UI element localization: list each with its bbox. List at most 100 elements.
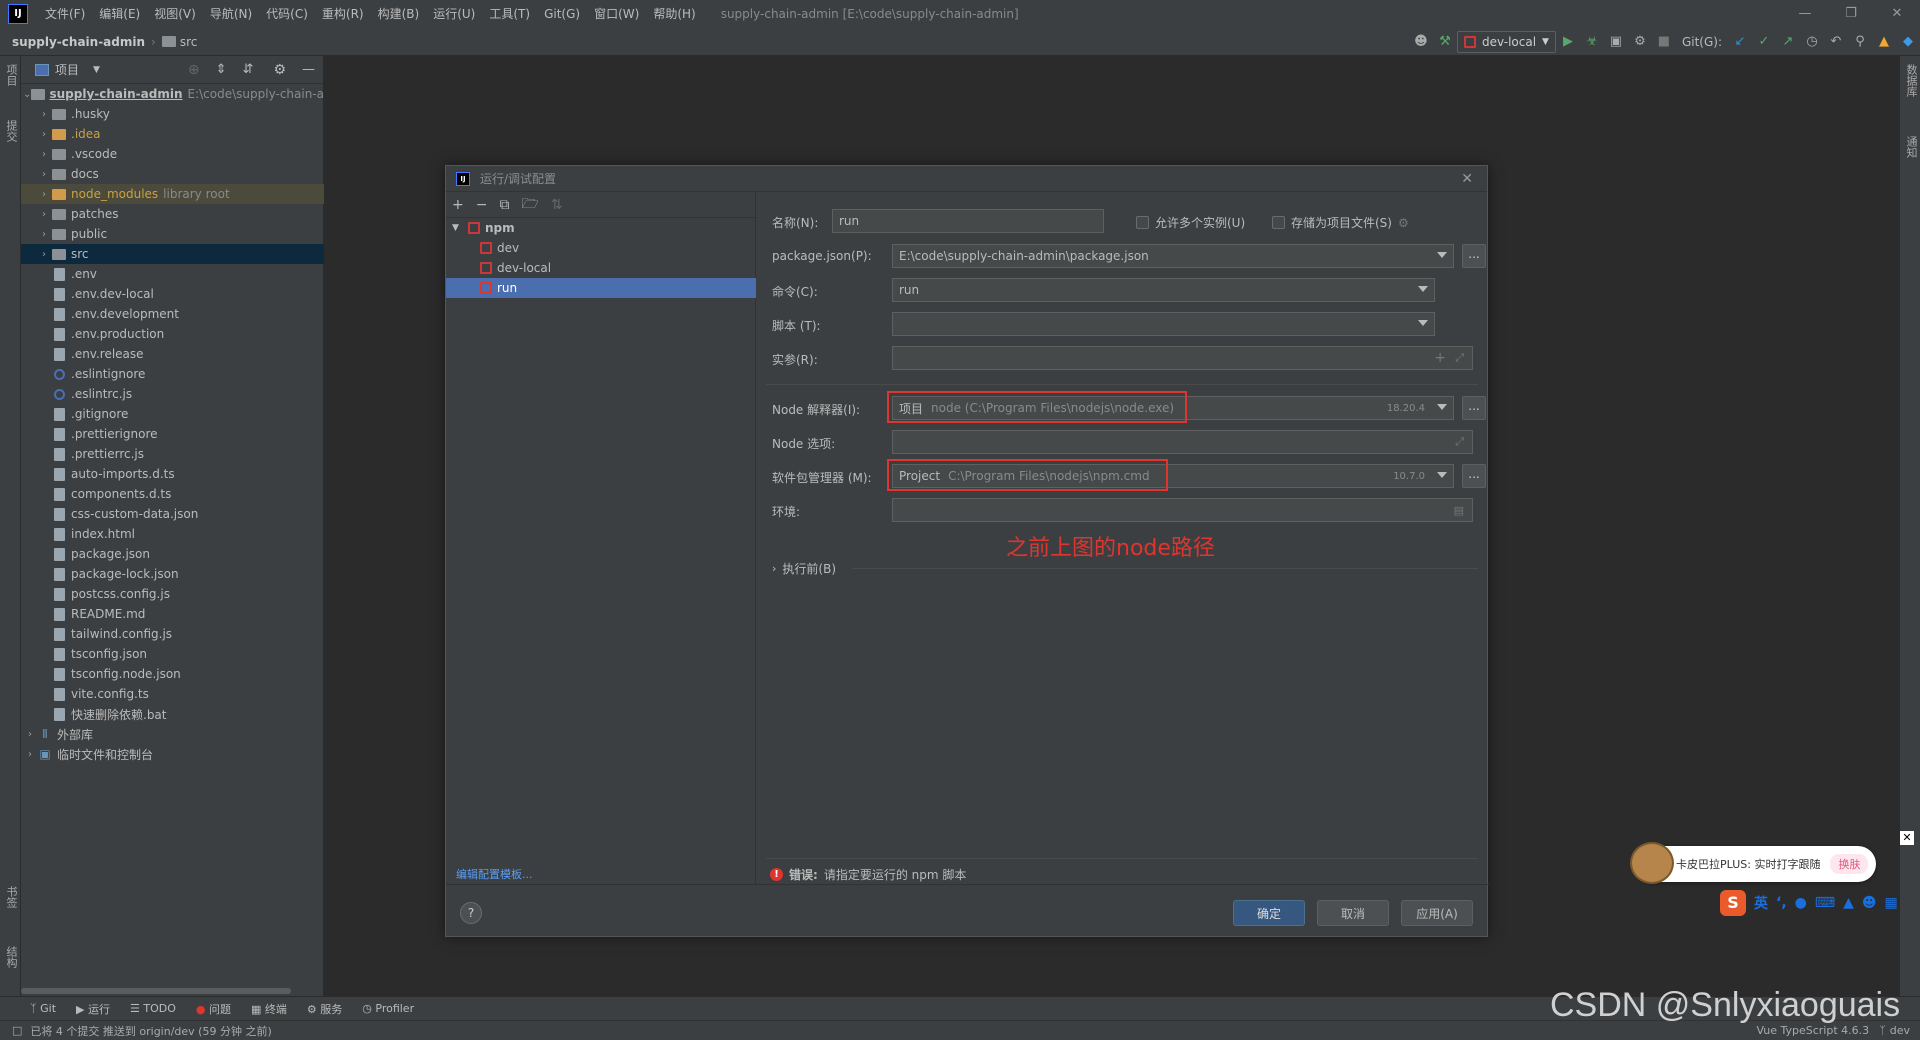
config-group-npm[interactable]: ▼ npm [446,218,756,238]
toolbox-icon[interactable]: ▦ [1884,895,1897,911]
tool-tab-git[interactable]: ᛉ Git [30,1002,56,1015]
tool-tab-run[interactable]: ▶ 运行 [76,1001,110,1017]
tree-item[interactable]: README.md [21,604,324,624]
tool-tab-services[interactable]: ⚙ 服务 [307,1001,342,1017]
update-icon[interactable]: ▲ [1873,31,1895,53]
punctuation-icon[interactable]: ‘, [1776,895,1787,911]
tree-item[interactable]: .gitignore [21,404,324,424]
tree-item[interactable]: auto-imports.d.ts [21,464,324,484]
tree-item[interactable]: .env.release [21,344,324,364]
rollback-icon[interactable]: ↶ [1825,31,1847,53]
allow-parallel-checkbox[interactable]: 允许多个实例(U) [1136,214,1245,231]
tree-item[interactable]: 快速删除依赖.bat [21,704,324,724]
add-icon[interactable]: + [1434,350,1446,366]
restore-icon[interactable]: ❐ [1828,0,1874,28]
menu-file[interactable]: 文件(F) [38,0,92,28]
tree-item[interactable]: .eslintignore [21,364,324,384]
args-input[interactable]: + ⤢ [892,346,1473,370]
stop-icon[interactable]: ■ [1653,31,1675,53]
tree-item[interactable]: .env [21,264,324,284]
tool-tab-notifications[interactable]: 通知 [1903,136,1919,158]
browse-node-button[interactable]: ... [1462,396,1486,420]
tool-tab-commit[interactable]: 提交 [3,120,19,142]
tree-item[interactable]: tsconfig.json [21,644,324,664]
command-select[interactable]: run [892,278,1435,302]
tree-item[interactable]: › .idea [21,124,324,144]
scripts-select[interactable] [892,312,1435,336]
tree-item[interactable]: tsconfig.node.json [21,664,324,684]
chevron-right-icon[interactable]: › [37,169,51,180]
tree-item[interactable]: › public [21,224,324,244]
tree-item[interactable]: index.html [21,524,324,544]
jetbrains-icon[interactable]: ◆ [1897,31,1919,53]
chevron-right-icon[interactable]: › [23,729,37,740]
language-service[interactable]: Vue TypeScript 4.6.3 [1756,1024,1869,1037]
run-icon[interactable]: ▶ [1557,31,1579,53]
collapse-all-icon[interactable]: ⇵ [243,62,254,77]
tool-tab-terminal[interactable]: ▦ 终端 [251,1001,287,1017]
before-launch-section[interactable]: › 执行前(B) [772,560,836,577]
git-commit-icon[interactable]: ✓ [1753,31,1775,53]
tree-item[interactable]: › node_modules library root [21,184,324,204]
name-input[interactable]: run [832,209,1104,233]
menu-help[interactable]: 帮助(H) [646,0,702,28]
tree-item[interactable]: .prettierrc.js [21,444,324,464]
settings-gear-icon[interactable]: ⚙ [273,62,286,78]
ok-button[interactable]: 确定 [1233,900,1305,926]
run-config-select[interactable]: dev-local ▼ [1456,30,1556,53]
tree-item[interactable]: .env.production [21,324,324,344]
status-message[interactable]: 已将 4 个提交 推送到 origin/dev (59 分钟 之前) [30,1023,271,1039]
keyboard-icon[interactable]: ⌨ [1815,895,1835,911]
ime-skin-button[interactable]: 换肤 [1830,854,1869,874]
tool-tab-bookmarks[interactable]: 书签 [3,886,19,908]
tree-item[interactable]: vite.config.ts [21,684,324,704]
close-icon[interactable]: ✕ [1900,831,1914,845]
menu-code[interactable]: 代码(C) [259,0,315,28]
remove-icon[interactable]: − [476,197,488,213]
edit-templates-link[interactable]: 编辑配置模板... [456,866,533,882]
tree-item[interactable]: .env.development [21,304,324,324]
config-item-dev-local[interactable]: dev-local [446,258,756,278]
microphone-icon[interactable]: ● [1795,895,1807,911]
menu-run[interactable]: 运行(U) [426,0,482,28]
menu-navigate[interactable]: 导航(N) [203,0,259,28]
minimize-icon[interactable]: — [1782,0,1828,28]
menu-view[interactable]: 视图(V) [147,0,203,28]
tool-tab-profiler[interactable]: ◷ Profiler [362,1002,414,1015]
tree-root[interactable]: ⌄ supply-chain-admin E:\code\supply-chain-… [21,84,324,104]
chevron-right-icon[interactable]: › [37,209,51,220]
env-input[interactable]: ▤ [892,498,1473,522]
env-edit-icon[interactable]: ▤ [1454,504,1464,517]
git-push-icon[interactable]: ↗ [1777,31,1799,53]
horizontal-scrollbar[interactable] [21,988,291,994]
tool-tab-todo[interactable]: ☰ TODO [130,1002,176,1015]
tree-item[interactable]: › src [21,244,324,264]
menu-build[interactable]: 构建(B) [371,0,427,28]
chevron-down-icon[interactable]: ⌄ [23,89,31,100]
chevron-right-icon[interactable]: › [37,129,51,140]
coverage-icon[interactable]: ▣ [1605,31,1627,53]
layout-icon[interactable]: □ [12,1024,22,1037]
tree-item[interactable]: › docs [21,164,324,184]
expand-all-icon[interactable]: ⇕ [216,62,227,77]
store-as-file-checkbox[interactable]: 存储为项目文件(S) ⚙ [1272,214,1409,231]
ime-lang-toggle[interactable]: 英 [1754,893,1768,913]
tree-item[interactable]: .eslintrc.js [21,384,324,404]
config-item-run[interactable]: run [446,278,756,298]
search-icon[interactable]: ⚲ [1849,31,1871,53]
tree-item[interactable]: css-custom-data.json [21,504,324,524]
user-icon[interactable]: ☻ [1410,31,1432,53]
tree-item[interactable]: postcss.config.js [21,584,324,604]
menu-git[interactable]: Git(G) [537,0,587,28]
browse-package-json-button[interactable]: ... [1462,244,1486,268]
tree-item[interactable]: › .vscode [21,144,324,164]
chevron-right-icon[interactable]: › [37,189,51,200]
chevron-right-icon[interactable]: › [37,149,51,160]
tree-item[interactable]: package-lock.json [21,564,324,584]
tool-tab-problems[interactable]: ● 问题 [196,1001,231,1017]
git-update-icon[interactable]: ↙ [1729,31,1751,53]
copy-icon[interactable]: ⧉ [499,197,509,213]
tree-item[interactable]: .env.dev-local [21,284,324,304]
help-button[interactable]: ? [460,902,482,924]
tree-item[interactable]: › patches [21,204,324,224]
